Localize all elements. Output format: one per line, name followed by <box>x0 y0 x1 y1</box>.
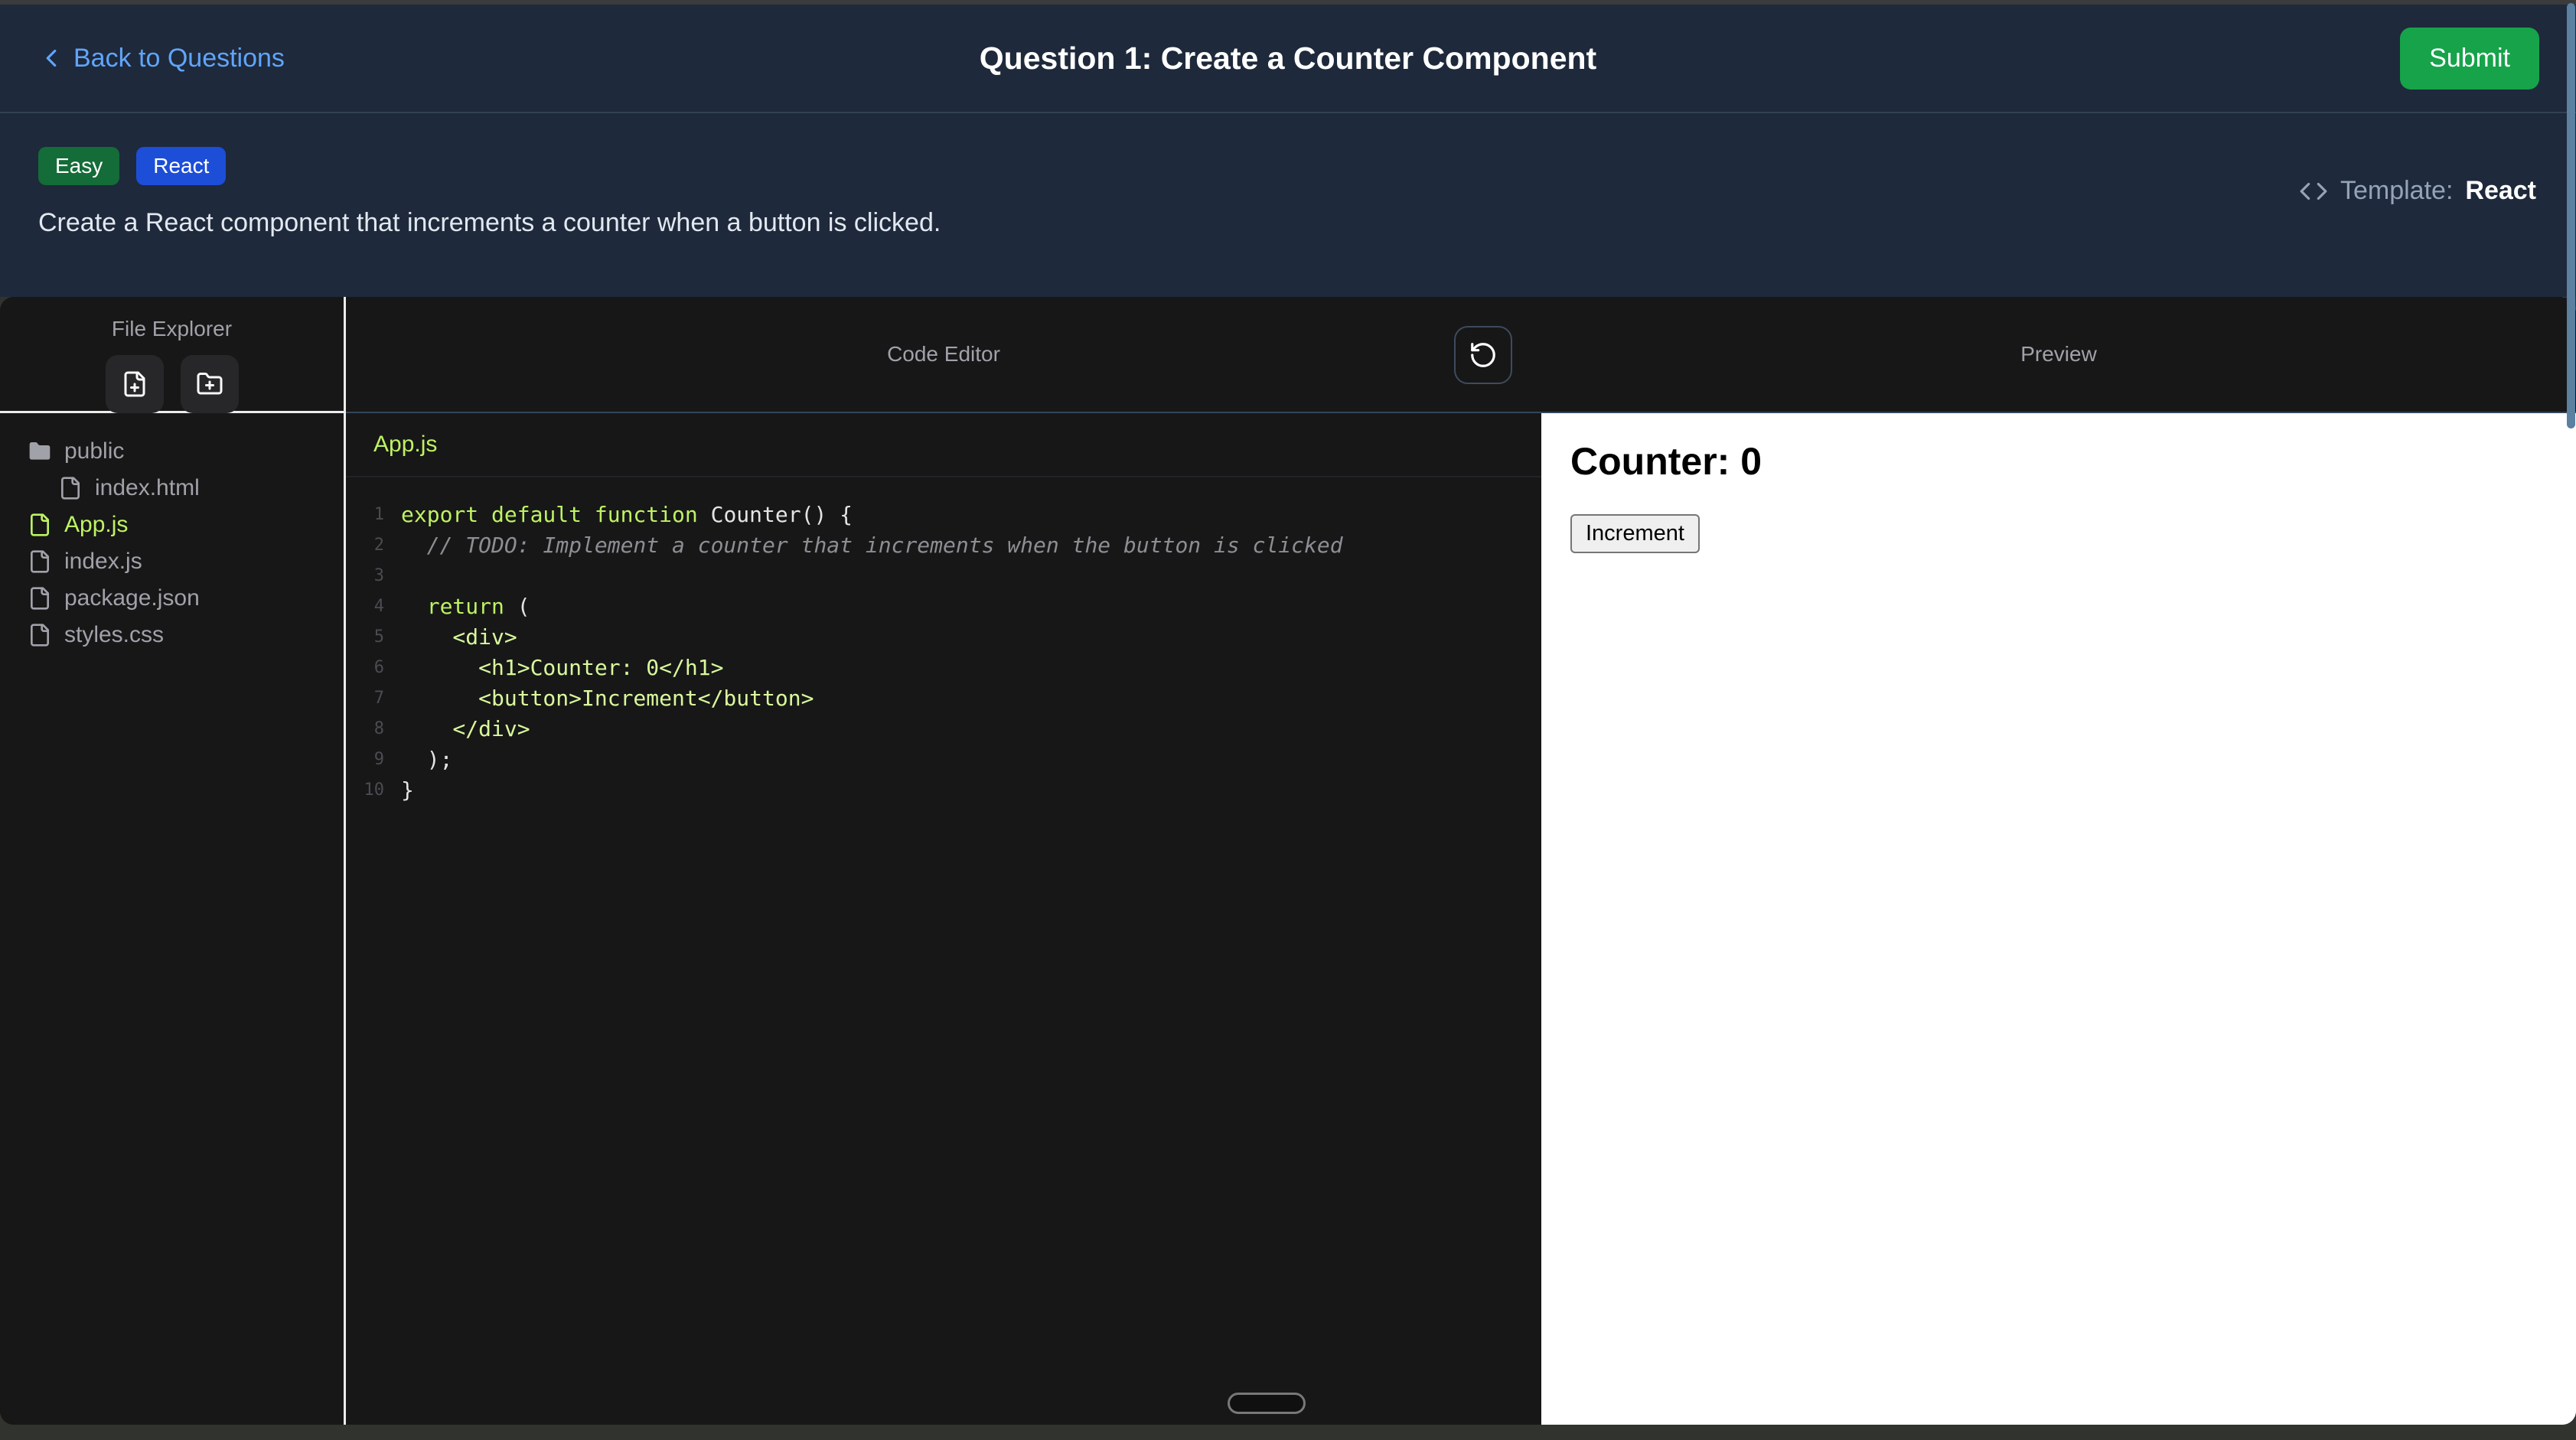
folder-plus-icon <box>196 370 223 398</box>
code-icon <box>2299 177 2328 206</box>
file-name: package.json <box>64 585 200 611</box>
template-label: Template: <box>2340 176 2453 206</box>
preview-heading: Counter: 0 <box>1570 439 2547 484</box>
file-tree-item-index.js[interactable]: index.js <box>0 543 344 580</box>
line-number: 2 <box>355 536 384 555</box>
code-line-3[interactable]: 3 <box>346 560 1541 591</box>
reset-code-button[interactable] <box>1454 326 1512 384</box>
file-icon <box>28 549 52 574</box>
file-tree-item-styles.css[interactable]: styles.css <box>0 617 344 653</box>
back-button[interactable]: Back to Questions <box>37 44 285 73</box>
code-line-7[interactable]: 7 <button>Increment</button> <box>346 683 1541 713</box>
line-content: // TODO: Implement a counter that increm… <box>401 533 1343 558</box>
file-tree-item-public[interactable]: public <box>0 433 344 470</box>
page-title: Question 1: Create a Counter Component <box>0 41 2576 77</box>
preview-panel: Preview Counter: 0 Increment <box>1541 297 2576 1425</box>
line-content: return ( <box>401 594 530 619</box>
chevron-left-icon <box>37 44 66 73</box>
difficulty-badge: Easy <box>38 147 119 185</box>
line-content: export default function Counter() { <box>401 502 853 527</box>
code-line-1[interactable]: 1 export default function Counter() { <box>346 499 1541 529</box>
code-editor-header: Code Editor <box>346 297 1541 413</box>
page-scrollbar-thumb[interactable] <box>2567 3 2575 428</box>
file-name: styles.css <box>64 622 164 648</box>
line-content: </div> <box>401 716 530 741</box>
main-workspace: File Explorer public index.html App.js inde… <box>0 297 2576 1425</box>
line-number: 9 <box>355 750 384 769</box>
line-number: 1 <box>355 505 384 524</box>
preview-body: Counter: 0 Increment <box>1541 413 2576 1425</box>
header-bar: Back to Questions Question 1: Create a C… <box>0 5 2576 113</box>
editor-tab-row: App.js <box>346 413 1541 477</box>
code-line-9[interactable]: 9 ); <box>346 744 1541 774</box>
code-lines: 1export default function Counter() {2 //… <box>346 499 1541 805</box>
file-explorer-toolbar <box>0 355 344 413</box>
file-explorer-title: File Explorer <box>0 317 344 341</box>
back-label: Back to Questions <box>73 44 285 73</box>
code-line-2[interactable]: 2 // TODO: Implement a counter that incr… <box>346 529 1541 560</box>
code-editor-title: Code Editor <box>887 342 1000 367</box>
line-content: ); <box>401 747 452 772</box>
submit-button[interactable]: Submit <box>2400 28 2539 90</box>
code-line-4[interactable]: 4 return ( <box>346 591 1541 621</box>
file-explorer-header: File Explorer <box>0 297 344 413</box>
folder-icon <box>28 439 52 464</box>
editor-horizontal-scrollbar[interactable] <box>1228 1393 1306 1414</box>
line-number: 5 <box>355 627 384 647</box>
file-explorer-panel: File Explorer public index.html App.js inde… <box>0 297 346 1425</box>
line-number: 10 <box>355 780 384 800</box>
file-tree-item-package.json[interactable]: package.json <box>0 580 344 617</box>
line-number: 4 <box>355 597 384 616</box>
file-icon <box>58 476 83 500</box>
file-tree: public index.html App.js index.js package.js… <box>0 413 344 653</box>
file-name: App.js <box>64 512 128 538</box>
preview-title: Preview <box>2020 342 2097 367</box>
active-file-tab[interactable]: App.js <box>373 432 437 458</box>
badges-row: Easy React <box>38 147 2538 185</box>
file-name: public <box>64 438 124 464</box>
file-tree-item-index.html[interactable]: index.html <box>0 470 344 507</box>
code-editor-panel: Code Editor App.js 1 export default funct… <box>346 297 1541 1425</box>
file-icon <box>28 586 52 611</box>
file-name: index.html <box>95 475 200 501</box>
line-number: 8 <box>355 719 384 738</box>
page-scrollbar[interactable] <box>2566 0 2576 1440</box>
file-tree-item-App.js[interactable]: App.js <box>0 507 344 543</box>
file-name: index.js <box>64 549 142 575</box>
code-line-8[interactable]: 8 </div> <box>346 713 1541 744</box>
line-content: <div> <box>401 624 517 650</box>
line-number: 6 <box>355 658 384 677</box>
file-plus-icon <box>121 370 148 398</box>
line-content: <h1>Counter: 0</h1> <box>401 655 723 680</box>
line-number: 7 <box>355 689 384 708</box>
question-info-section: Easy React Create a React component that… <box>0 113 2576 297</box>
code-line-6[interactable]: 6 <h1>Counter: 0</h1> <box>346 652 1541 683</box>
file-icon <box>28 513 52 537</box>
template-indicator: Template: React <box>2299 176 2536 206</box>
line-content: <button>Increment</button> <box>401 686 814 711</box>
file-icon <box>28 623 52 647</box>
template-value: React <box>2465 176 2536 206</box>
preview-header: Preview <box>1541 297 2576 413</box>
question-description: Create a React component that increments… <box>38 208 2538 238</box>
code-line-10[interactable]: 10} <box>346 774 1541 805</box>
code-area[interactable]: 1export default function Counter() {2 //… <box>346 477 1541 805</box>
tech-badge: React <box>136 147 226 185</box>
increment-button[interactable]: Increment <box>1570 514 1700 553</box>
rotate-ccw-icon <box>1469 340 1498 370</box>
new-file-button[interactable] <box>106 355 164 413</box>
new-folder-button[interactable] <box>181 355 239 413</box>
code-line-5[interactable]: 5 <div> <box>346 621 1541 652</box>
line-number: 3 <box>355 566 384 585</box>
line-content: } <box>401 777 414 803</box>
